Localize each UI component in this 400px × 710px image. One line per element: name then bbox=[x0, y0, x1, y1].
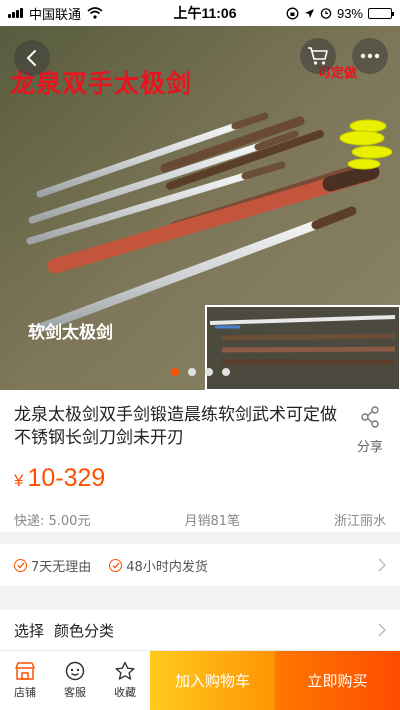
share-button[interactable]: 分享 bbox=[350, 406, 390, 455]
monthly-sales: 月销81笔 bbox=[184, 514, 240, 529]
store-icon bbox=[14, 661, 36, 681]
carousel-dot[interactable] bbox=[187, 368, 196, 376]
signal-icon bbox=[8, 8, 24, 18]
carousel-dot[interactable] bbox=[170, 368, 179, 376]
service-label: 7天无理由 bbox=[31, 559, 92, 575]
carousel-dot[interactable] bbox=[221, 368, 230, 376]
tab-favorite[interactable]: 收藏 bbox=[100, 651, 150, 710]
service-item: 7天无理由 bbox=[14, 556, 91, 575]
shipping-fee: 快递: 5.00元 bbox=[14, 514, 91, 529]
tab-label: 客服 bbox=[64, 686, 86, 699]
add-to-cart-button[interactable]: 加入购物车 bbox=[150, 651, 275, 710]
share-label: 分享 bbox=[356, 440, 383, 455]
product-detail-page: 中国联通 上午11:06 93% 龙泉双手太极剑 可定做 软剑太极剑 龙泉太极剑… bbox=[0, 0, 400, 710]
back-button[interactable] bbox=[14, 40, 50, 76]
service-item: 48小时内发货 bbox=[109, 556, 208, 575]
carousel-dot[interactable] bbox=[204, 368, 213, 376]
sku-selector[interactable]: 选择 颜色分类 bbox=[0, 610, 400, 650]
select-label: 选择 bbox=[14, 621, 45, 640]
shopping-cart-button[interactable] bbox=[300, 38, 336, 74]
chevron-right-icon bbox=[378, 558, 386, 572]
price-value: 10-329 bbox=[27, 464, 106, 492]
tab-label: 店铺 bbox=[14, 686, 36, 699]
image-overlay-caption: 软剑太极剑 bbox=[28, 323, 113, 343]
bottom-action-bar: 店铺 客服 收藏 加入购物车 立即购买 bbox=[0, 650, 400, 710]
chevron-left-icon bbox=[25, 49, 39, 67]
price-currency: ¥ bbox=[14, 471, 24, 490]
status-left: 中国联通 bbox=[0, 4, 150, 23]
location-icon bbox=[304, 8, 315, 19]
alarm-icon bbox=[320, 7, 332, 19]
tab-store[interactable]: 店铺 bbox=[0, 651, 50, 710]
tab-label: 收藏 bbox=[114, 686, 136, 699]
carrier-label: 中国联通 bbox=[29, 6, 82, 22]
share-icon bbox=[360, 406, 380, 428]
select-value: 颜色分类 bbox=[54, 621, 115, 640]
status-time: 上午11:06 bbox=[173, 5, 237, 21]
chat-icon bbox=[64, 661, 86, 681]
carousel-indicator bbox=[0, 368, 400, 376]
service-label: 48小时内发货 bbox=[126, 559, 208, 575]
battery-icon bbox=[368, 7, 394, 19]
more-options-button[interactable] bbox=[352, 38, 388, 74]
product-title: 龙泉太极剑双手剑锻造晨练软剑武术可定做不锈钢长剑刀剑未开刃 bbox=[14, 405, 337, 448]
status-right: 93% bbox=[260, 6, 400, 21]
more-icon bbox=[360, 53, 380, 59]
cart-icon bbox=[307, 46, 329, 66]
buy-now-button[interactable]: 立即购买 bbox=[275, 651, 400, 710]
wifi-icon bbox=[87, 7, 103, 19]
product-image-carousel[interactable]: 龙泉双手太极剑 可定做 软剑太极剑 bbox=[0, 26, 400, 390]
tab-customer-service[interactable]: 客服 bbox=[50, 651, 100, 710]
status-bar: 中国联通 上午11:06 93% bbox=[0, 0, 400, 26]
check-circle-icon bbox=[109, 558, 123, 572]
star-icon bbox=[114, 661, 136, 681]
rotation-lock-icon bbox=[286, 7, 299, 20]
product-info-card: 龙泉太极剑双手剑锻造晨练软剑武术可定做不锈钢长剑刀剑未开刃 分享 ¥10-329… bbox=[0, 390, 400, 532]
product-price: ¥10-329 bbox=[14, 464, 105, 493]
chevron-right-icon bbox=[378, 623, 386, 637]
battery-percent: 93% bbox=[336, 5, 363, 21]
product-meta: 快递: 5.00元 月销81笔 浙江丽水 bbox=[14, 510, 386, 529]
ship-from-location: 浙江丽水 bbox=[333, 514, 386, 529]
check-circle-icon bbox=[14, 558, 27, 572]
service-guarantees[interactable]: 7天无理由 48小时内发货 bbox=[0, 544, 400, 586]
